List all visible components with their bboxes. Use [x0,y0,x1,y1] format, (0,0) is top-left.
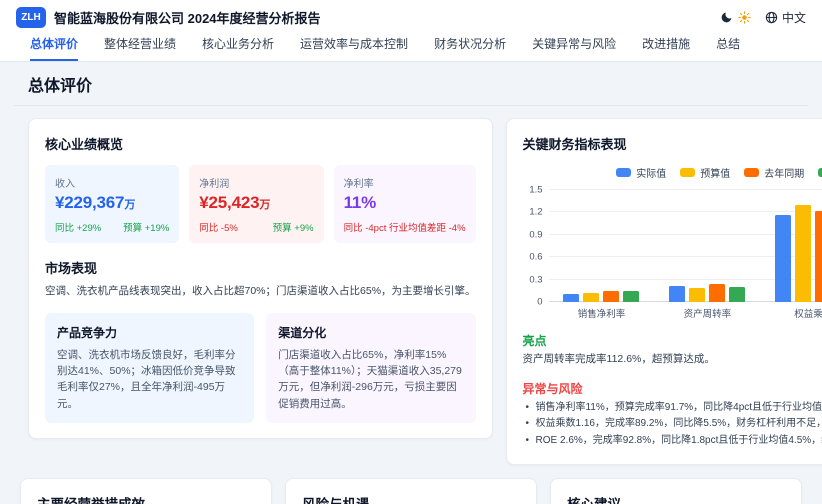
chart-plot-area [549,190,822,302]
key-measures-title: 主要经营举措成效 [37,493,255,504]
tab-overall-performance[interactable]: 整体经营业绩 [104,35,176,61]
category-label: 权益乘数 [760,306,822,320]
chart-legend: 实际值 预算值 去年同期 行业均值 [523,165,822,180]
sun-icon[interactable] [738,11,751,24]
bar-去年同期 [815,211,822,302]
anomaly-risk-title: 异常与风险 [523,380,822,397]
metric-label: 净利润 [199,175,313,190]
metric-value: ¥229,367万 [55,193,169,213]
market-performance-title: 市场表现 [45,258,476,277]
metric-trend-budget: 预算 +9% [273,220,314,234]
product-competitiveness-title: 产品竞争力 [57,324,242,341]
core-advice-card: 核心建议 优化应收账款账龄管理，加速存货周转。 聚焦空调、洗衣机产品线，收缩亏损… [550,478,802,504]
chart-category-labels: 销售净利率资产周转率权益乘数ROE [549,306,822,320]
metric-net-profit: 净利润 ¥25,423万 同比 -5% 预算 +9% [189,165,323,243]
risk-item: ROE 2.6%，完成率92.8%，同比降1.8pct且低于行业均值4.5%，综… [523,433,822,450]
core-performance-title: 核心业绩概览 [45,134,476,153]
language-label: 中文 [782,9,806,26]
bar-实际值 [775,215,791,302]
bar-chart: 00.30.60.91.21.5 销售净利率资产周转率权益乘数ROE [523,190,822,320]
metric-value: ¥25,423万 [199,193,313,213]
product-competitiveness-text: 空调、洗衣机市场反馈良好，毛利率分别达41%、50%；冰箱因低价竞争导致毛利率仅… [57,347,242,412]
legend-item-budget[interactable]: 预算值 [680,165,730,180]
metric-label: 净利率 [344,175,466,190]
bar-group [549,190,655,302]
bar-预算值 [689,288,705,302]
bar-group [760,190,822,302]
metric-trend-yoy: 同比 -4pct 行业均值差距 -4% [344,220,466,234]
content: 总体评价 核心业绩概览 收入 ¥229,367万 同比 +29% 预算 +19%… [0,62,822,504]
category-label: 资产周转率 [654,306,760,320]
channel-divergence-text: 门店渠道收入占比65%，净利率15%（高于整体11%）；天猫渠道收入35,279… [278,347,463,412]
risk-item: 权益乘数1.16，完成率89.2%，同比降5.5%，财务杠杆利用不足，影响收益提… [523,416,822,433]
theme-toggle[interactable] [720,11,751,24]
anomaly-risk-list: 销售净利率11%，预算完成率91.7%，同比降4pct且低于行业均值15%，盈利… [523,400,822,450]
tab-core-business[interactable]: 核心业务分析 [202,35,274,61]
metric-trend-yoy: 同比 +29% [55,220,101,234]
bar-预算值 [795,205,811,302]
tab-overall-evaluation[interactable]: 总体评价 [30,35,78,61]
app-header: ZLH 智能蓝海股份有限公司 2024年度经营分析报告 [0,0,822,34]
key-measures-card: 主要经营举措成效 收入驱动 线上渠道（京东、天猫）收入增长显著，京东全年收入44… [20,478,272,504]
key-indicators-title: 关键财务指标表现 [523,134,822,153]
risk-item: 销售净利率11%，预算完成率91.7%，同比降4pct且低于行业均值15%，盈利… [523,400,822,417]
highlight-title: 亮点 [523,332,822,349]
nav-tabs: 总体评价 整体经营业绩 核心业务分析 运营效率与成本控制 财务状况分析 关键异常… [0,34,822,62]
bar-实际值 [563,294,579,302]
legend-swatch [616,168,631,177]
globe-icon [765,11,778,24]
bar-去年同期 [709,284,725,302]
metric-label: 收入 [55,175,169,190]
metric-row: 收入 ¥229,367万 同比 +29% 预算 +19% 净利润 ¥25,423… [45,165,476,243]
legend-swatch [680,168,695,177]
risk-opportunity-title: 风险与机遇 [302,493,520,504]
legend-item-actual[interactable]: 实际值 [616,165,666,180]
metric-trend-yoy: 同比 -5% [199,220,238,234]
metric-net-margin: 净利率 11% 同比 -4pct 行业均值差距 -4% [334,165,476,243]
core-advice-title: 核心建议 [567,493,785,504]
tab-summary[interactable]: 总结 [716,35,740,61]
category-label: 销售净利率 [549,306,655,320]
legend-item-industry-avg[interactable]: 行业均值 [818,165,822,180]
product-competitiveness-box: 产品竞争力 空调、洗衣机市场反馈良好，毛利率分别达41%、50%；冰箱因低价竞争… [45,313,254,423]
page-title: 总体评价 [28,72,794,96]
page-title-row: 总体评价 [14,62,808,106]
key-indicators-card: 关键财务指标表现 实际值 预算值 去年同期 行业均值 [506,118,822,465]
bar-实际值 [669,286,685,302]
channel-divergence-box: 渠道分化 门店渠道收入占比65%，净利率15%（高于整体11%）；天猫渠道收入3… [266,313,475,423]
metric-value: 11% [344,193,466,213]
chart-y-axis: 00.30.60.91.21.5 [523,190,549,302]
app-title: 智能蓝海股份有限公司 2024年度经营分析报告 [54,8,321,27]
app-logo: ZLH [16,7,46,28]
bar-预算值 [583,293,599,302]
legend-item-last-year[interactable]: 去年同期 [744,165,804,180]
bar-去年同期 [603,291,619,302]
market-performance-text: 空调、洗衣机产品线表现突出，收入占比超70%；门店渠道收入占比65%，为主要增长… [45,284,476,300]
metric-revenue: 收入 ¥229,367万 同比 +29% 预算 +19% [45,165,179,243]
bar-行业均值 [623,291,639,302]
highlight-text: 资产周转率完成率112.6%，超预算达成。 [523,352,822,368]
language-selector[interactable]: 中文 [765,9,806,26]
tab-efficiency-cost[interactable]: 运营效率与成本控制 [300,35,408,61]
tab-financial-status[interactable]: 财务状况分析 [434,35,506,61]
risk-opportunity-card: 风险与机遇 风险 应收账款高企（66,959万元，超信用期占比57%）、存货积压… [285,478,537,504]
bar-group [654,190,760,302]
tab-anomalies-risks[interactable]: 关键异常与风险 [532,35,616,61]
legend-swatch [818,168,822,177]
core-performance-card: 核心业绩概览 收入 ¥229,367万 同比 +29% 预算 +19% 净利润 … [28,118,493,439]
chart-groups [549,190,822,302]
bar-行业均值 [729,287,745,302]
legend-swatch [744,168,759,177]
moon-icon[interactable] [720,11,733,24]
metric-trend-budget: 预算 +19% [123,220,169,234]
channel-divergence-title: 渠道分化 [278,324,463,341]
tab-improvements[interactable]: 改进措施 [642,35,690,61]
